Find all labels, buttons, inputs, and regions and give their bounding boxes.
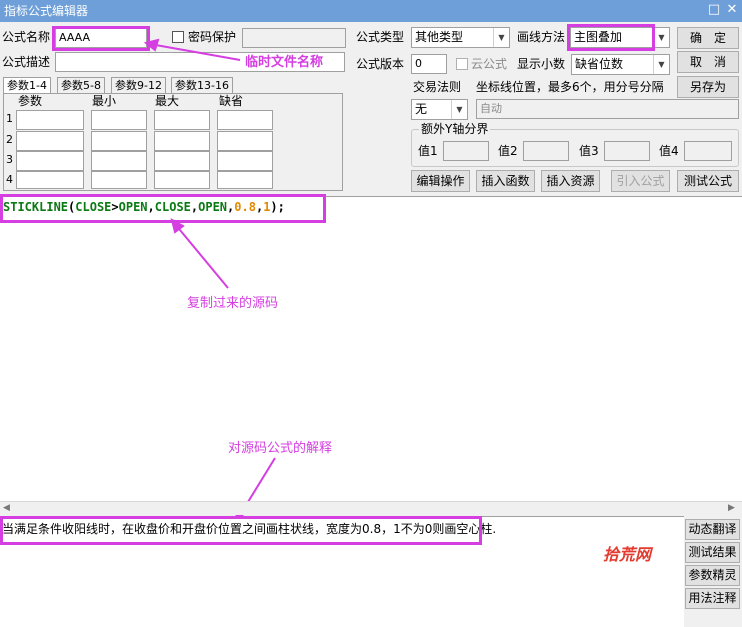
- test-result-button[interactable]: 测试结果: [685, 542, 740, 563]
- copied-code-annotation: 复制过来的源码: [187, 296, 279, 311]
- scroll-left-icon[interactable]: ◀: [3, 501, 15, 515]
- horizontal-scrollbar[interactable]: [0, 501, 742, 515]
- arrow-to-code: [174, 223, 229, 289]
- dynamic-translate-button[interactable]: 动态翻译: [685, 519, 740, 540]
- description-highlight-box: [0, 516, 482, 545]
- explain-annotation: 对源码公式的解释: [228, 441, 333, 456]
- arrow-to-name-field: [149, 43, 241, 61]
- usage-notes-button[interactable]: 用法注释: [685, 588, 740, 609]
- scroll-right-icon[interactable]: ▶: [728, 501, 740, 515]
- arrow-head: [143, 38, 160, 52]
- watermark-logo: 拾荒网: [603, 545, 652, 564]
- param-wizard-button[interactable]: 参数精灵: [685, 565, 740, 586]
